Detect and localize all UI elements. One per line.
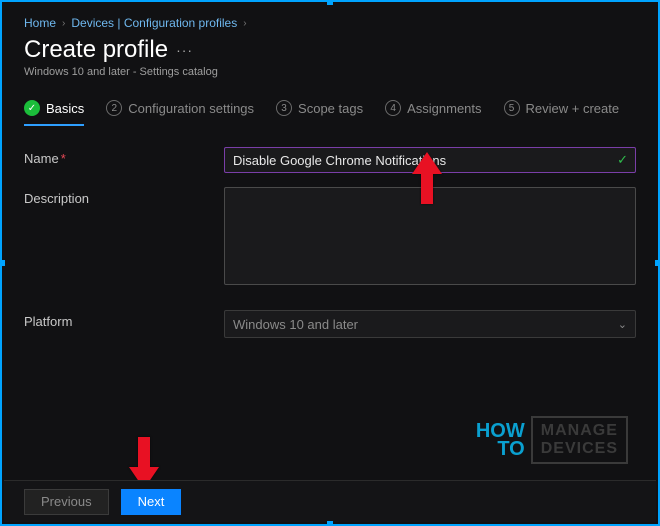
breadcrumb-devices[interactable]: Devices | Configuration profiles bbox=[71, 16, 237, 30]
selection-handle-icon bbox=[327, 0, 333, 5]
tab-label: Basics bbox=[46, 101, 84, 116]
wizard-tabs: ✓ 1 Basics 2 Configuration settings 3 Sc… bbox=[24, 100, 636, 127]
checkmark-icon: ✓ bbox=[617, 152, 628, 168]
tab-assignments[interactable]: 4 Assignments bbox=[385, 100, 481, 126]
step-number-icon: 3 bbox=[276, 100, 292, 116]
name-label: Name* bbox=[24, 147, 224, 166]
breadcrumb: Home › Devices | Configuration profiles … bbox=[24, 16, 636, 30]
breadcrumb-home[interactable]: Home bbox=[24, 16, 56, 30]
platform-select: Windows 10 and later ⌄ bbox=[224, 310, 636, 338]
step-number-icon: 2 bbox=[106, 100, 122, 116]
tab-label: Assignments bbox=[407, 101, 481, 116]
selection-handle-icon bbox=[327, 521, 333, 526]
tab-label: Review + create bbox=[526, 101, 620, 116]
tab-label: Scope tags bbox=[298, 101, 363, 116]
description-label: Description bbox=[24, 187, 224, 206]
selection-handle-icon bbox=[0, 260, 5, 266]
tab-scope-tags[interactable]: 3 Scope tags bbox=[276, 100, 363, 126]
required-asterisk-icon: * bbox=[61, 151, 66, 166]
tab-basics[interactable]: ✓ 1 Basics bbox=[24, 100, 84, 126]
platform-value: Windows 10 and later bbox=[233, 317, 358, 332]
selection-handle-icon bbox=[655, 260, 660, 266]
page-subtitle: Windows 10 and later - Settings catalog bbox=[24, 66, 636, 78]
check-circle-icon: ✓ bbox=[24, 100, 40, 116]
chevron-right-icon: › bbox=[243, 18, 246, 29]
page-title: Create profile bbox=[24, 36, 168, 64]
tab-label: Configuration settings bbox=[128, 101, 254, 116]
wizard-footer: Previous Next bbox=[4, 480, 656, 522]
watermark-logo: HOW TO MANAGE DEVICES bbox=[476, 416, 628, 464]
step-number-icon: 4 bbox=[385, 100, 401, 116]
next-button[interactable]: Next bbox=[121, 489, 182, 515]
name-input[interactable] bbox=[224, 147, 636, 173]
chevron-down-icon: ⌄ bbox=[618, 318, 627, 331]
chevron-right-icon: › bbox=[62, 18, 65, 29]
step-number-icon: 5 bbox=[504, 100, 520, 116]
tab-review-create[interactable]: 5 Review + create bbox=[504, 100, 620, 126]
description-textarea[interactable] bbox=[224, 187, 636, 285]
tab-configuration-settings[interactable]: 2 Configuration settings bbox=[106, 100, 254, 126]
more-menu-icon[interactable]: ··· bbox=[176, 42, 193, 58]
previous-button: Previous bbox=[24, 489, 109, 515]
platform-label: Platform bbox=[24, 310, 224, 329]
